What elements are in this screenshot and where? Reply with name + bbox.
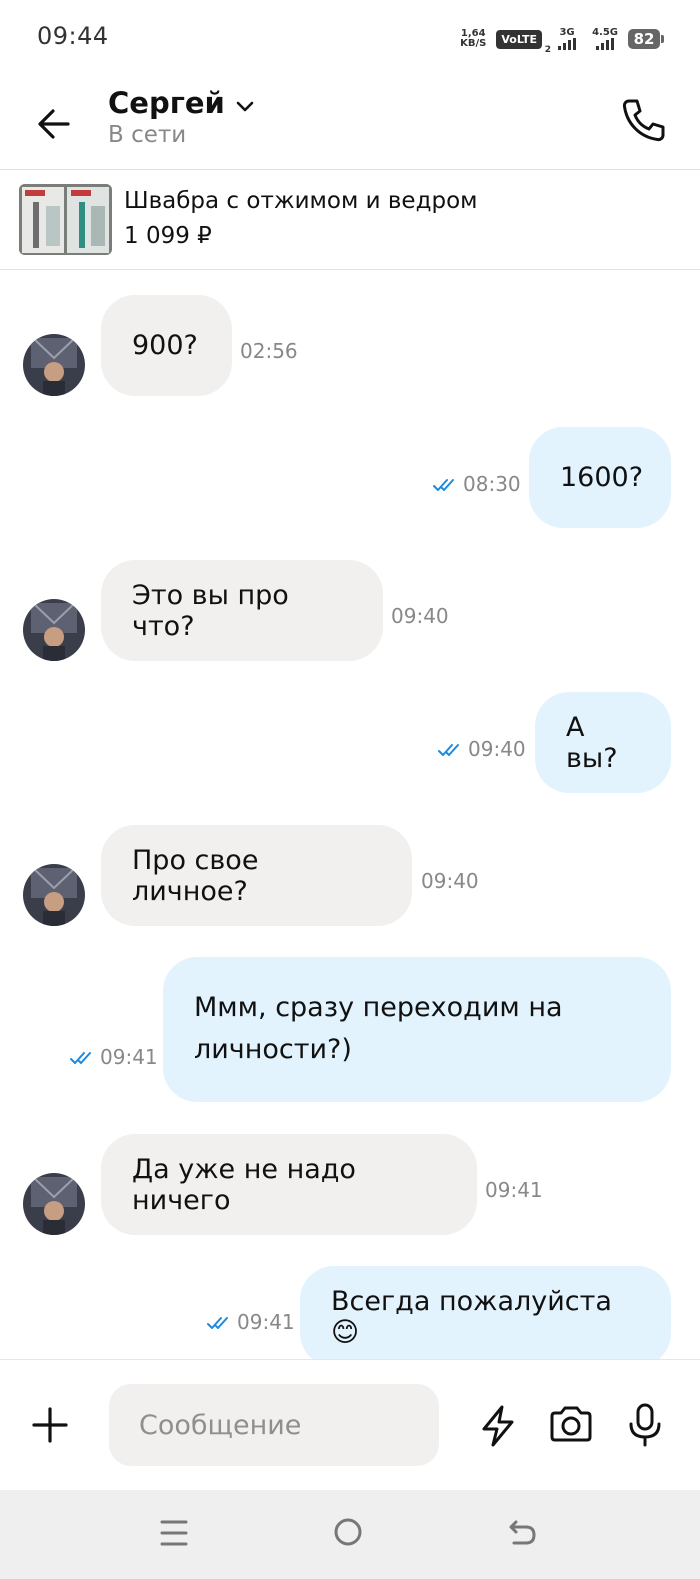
- microphone-icon[interactable]: [626, 1402, 664, 1448]
- lightning-icon[interactable]: [478, 1404, 518, 1448]
- contact-status: В сети: [108, 122, 187, 148]
- message-time: 02:56: [240, 339, 298, 363]
- plus-icon[interactable]: [31, 1406, 69, 1444]
- message-bubble[interactable]: 1600?: [529, 427, 671, 528]
- message-time: 09:41: [237, 1310, 295, 1334]
- status-icons: 1,64 KB/S VoLTE 2 3G 4.5G 82: [460, 24, 664, 55]
- message-time: 08:30: [463, 472, 521, 496]
- double-check-icon: [438, 744, 459, 756]
- message-bubble[interactable]: 900?: [101, 295, 232, 396]
- home-icon[interactable]: [332, 1516, 364, 1548]
- double-check-icon: [70, 1052, 91, 1064]
- battery-icon: 82: [628, 29, 664, 49]
- status-bar: 09:44 1,64 KB/S VoLTE 2 3G 4.5G 82: [0, 0, 700, 76]
- signal-4g-icon: 4.5G: [592, 28, 618, 50]
- message-time: 09:40: [421, 869, 479, 893]
- signal-3g-icon: 3G: [558, 28, 577, 50]
- message-bubble[interactable]: А вы?: [535, 692, 671, 793]
- avatar[interactable]: [23, 864, 85, 926]
- message-time: 09:41: [485, 1178, 543, 1202]
- back-icon[interactable]: [506, 1516, 538, 1548]
- composer-bar: [0, 1360, 700, 1490]
- message-input[interactable]: [109, 1384, 439, 1466]
- double-check-icon: [433, 479, 454, 491]
- chat-header: Сергей В сети: [0, 76, 700, 170]
- product-price: 1 099 ₽: [124, 223, 212, 249]
- volte-badge: VoLTE 2: [496, 29, 551, 55]
- system-nav-bar: [0, 1490, 700, 1579]
- message-time: 09:41: [100, 1045, 158, 1069]
- message-bubble[interactable]: Это вы про что?: [101, 560, 383, 661]
- double-check-icon: [207, 1317, 228, 1329]
- message-time: 09:40: [391, 604, 449, 628]
- message-bubble[interactable]: Ммм, сразу переходим на личности?): [163, 957, 671, 1102]
- avatar[interactable]: [23, 599, 85, 661]
- message-bubble[interactable]: Да уже не надо ничего: [101, 1134, 477, 1235]
- message-bubble[interactable]: Про свое личное?: [101, 825, 412, 926]
- chevron-down-icon: [236, 101, 254, 111]
- back-arrow-icon[interactable]: [36, 106, 72, 142]
- camera-icon[interactable]: [548, 1404, 594, 1444]
- network-speed: 1,64 KB/S: [460, 28, 487, 49]
- message-time: 09:40: [468, 737, 526, 761]
- contact-name: Сергей: [108, 86, 225, 120]
- product-card[interactable]: Швабра с отжимом и ведром 1 099 ₽: [0, 170, 700, 270]
- avatar[interactable]: [23, 334, 85, 396]
- menu-icon[interactable]: [159, 1516, 189, 1550]
- status-time: 09:44: [37, 22, 109, 50]
- avatar[interactable]: [23, 1173, 85, 1235]
- product-title: Швабра с отжимом и ведром: [124, 188, 478, 214]
- message-bubble[interactable]: Всегда пожалуйста 😊: [300, 1266, 671, 1367]
- product-thumbnail: [19, 184, 112, 255]
- phone-icon[interactable]: [620, 96, 668, 144]
- contact-info[interactable]: Сергей В сети: [108, 86, 254, 148]
